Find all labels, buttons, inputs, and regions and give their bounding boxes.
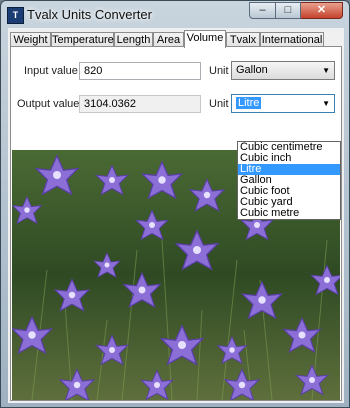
maximize-button[interactable]: □ xyxy=(275,2,301,19)
output-unit-select[interactable]: Litre ▼ xyxy=(231,94,335,113)
client-area: Weight Temperature Length Area Volume Tv… xyxy=(8,28,344,403)
input-value-field[interactable]: 820 xyxy=(79,62,201,80)
close-button[interactable]: ✕ xyxy=(301,2,343,19)
output-unit-label: Unit xyxy=(209,98,229,110)
chevron-down-icon: ▼ xyxy=(322,99,330,108)
output-value-label: Output value xyxy=(17,98,80,110)
window-controls: – □ ✕ xyxy=(249,2,343,20)
title-bar[interactable]: T Tvalx Units Converter – □ ✕ xyxy=(1,1,349,27)
window-title: Tvalx Units Converter xyxy=(27,7,152,22)
chevron-down-icon: ▼ xyxy=(322,66,330,75)
app-icon: T xyxy=(7,7,24,24)
app-window: T Tvalx Units Converter – □ ✕ Weight Tem… xyxy=(0,0,350,408)
volume-panel: Input value 820 Unit Gallon ▼ Output val… xyxy=(10,46,342,401)
tab-international[interactable]: International xyxy=(260,32,324,47)
tab-temperature[interactable]: Temperature xyxy=(51,32,114,47)
unit-option-cubic-metre[interactable]: Cubic metre xyxy=(238,208,340,219)
output-value-field[interactable]: 3104.0362 xyxy=(79,95,201,113)
tab-strip: Weight Temperature Length Area Volume Tv… xyxy=(10,30,342,48)
tab-length[interactable]: Length xyxy=(114,32,153,47)
input-unit-label: Unit xyxy=(209,65,229,77)
tab-volume[interactable]: Volume xyxy=(184,30,226,48)
unit-dropdown-list: Cubic centimetre Cubic inch Litre Gallon… xyxy=(237,141,341,220)
tab-tvalx[interactable]: Tvalx xyxy=(226,32,260,47)
tab-weight[interactable]: Weight xyxy=(10,32,51,47)
output-unit-value: Litre xyxy=(236,97,262,109)
tab-area[interactable]: Area xyxy=(153,32,184,47)
input-unit-value: Gallon xyxy=(236,64,268,76)
minimize-button[interactable]: – xyxy=(249,2,275,19)
input-unit-select[interactable]: Gallon ▼ xyxy=(231,61,335,80)
input-value-label: Input value xyxy=(24,65,78,77)
